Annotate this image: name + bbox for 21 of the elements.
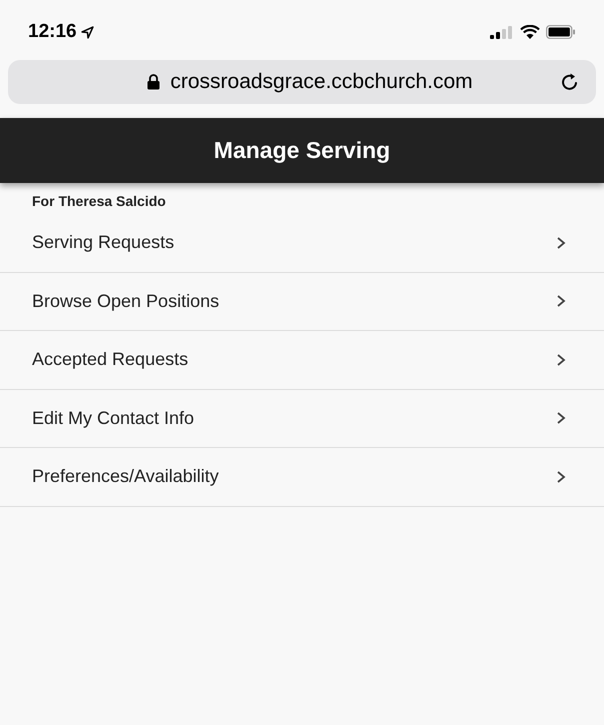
chevron-icon — [556, 411, 566, 426]
lock-icon — [147, 74, 160, 90]
menu-item[interactable]: Accepted Requests — [0, 331, 604, 390]
signal-icon — [490, 26, 514, 38]
url-text: crossroadsgrace.ccbchurch.com — [170, 69, 473, 96]
menu-item[interactable]: Serving Requests — [0, 214, 604, 272]
chevron-icon — [556, 236, 566, 250]
menu-item[interactable]: Edit My Contact Info — [0, 390, 604, 448]
header-title: Manage Serving — [214, 136, 390, 166]
menu-item[interactable]: Preferences/Availability — [0, 448, 604, 506]
location-arrow-icon — [80, 26, 94, 38]
reload-icon[interactable] — [560, 72, 580, 92]
status-time: 12:16 — [28, 20, 77, 44]
chevron-icon — [556, 294, 566, 308]
menu-item[interactable]: Browse Open Positions — [0, 272, 604, 331]
battery-icon — [546, 25, 576, 39]
chevron-icon — [556, 470, 566, 484]
wifi-icon — [520, 25, 540, 39]
chevron-icon — [556, 352, 566, 367]
subtitle-text: For Theresa Salcido — [32, 193, 166, 209]
address-bar[interactable]: crossroadsgrace.ccbchurch.com — [8, 60, 596, 104]
